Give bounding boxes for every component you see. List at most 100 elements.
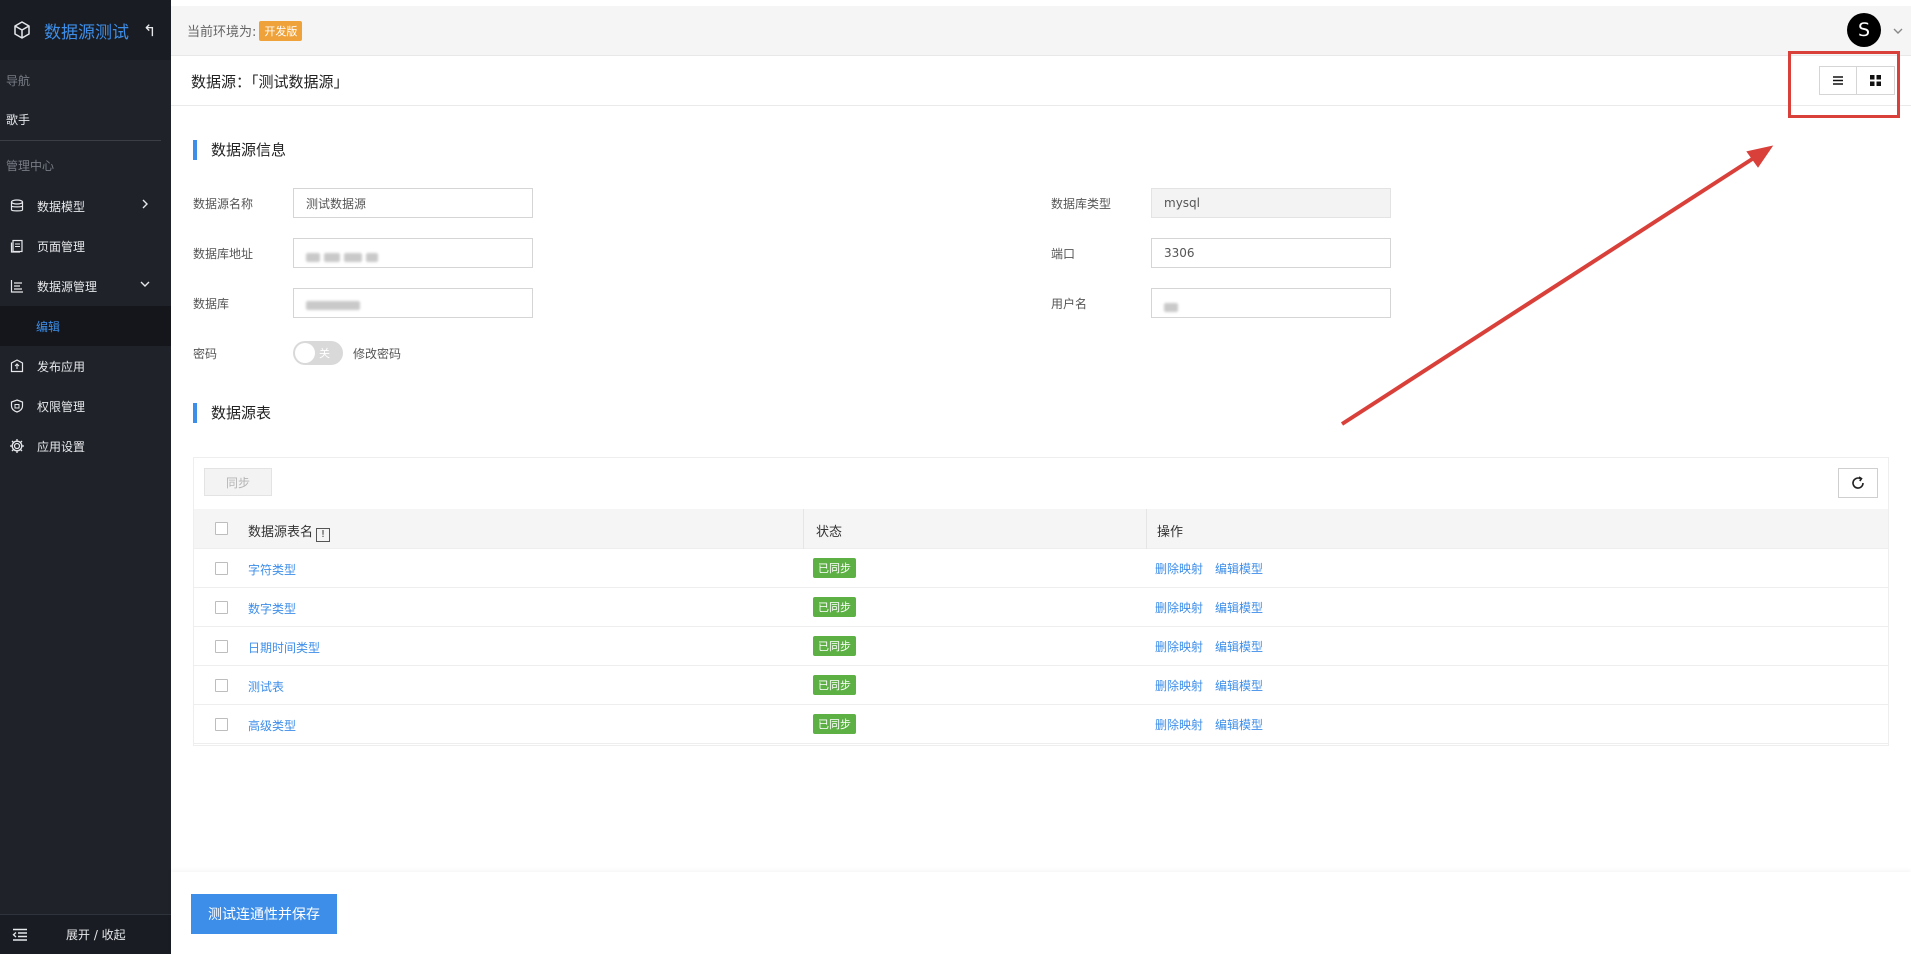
sidebar-item-label: 数据源管理: [37, 279, 98, 294]
label-db-type: 数据库类型: [1051, 197, 1112, 211]
info-icon[interactable]: !: [316, 528, 331, 542]
select-all-checkbox[interactable]: [215, 522, 228, 535]
row-checkbox[interactable]: [215, 718, 228, 731]
table-name-link[interactable]: 日期时间类型: [248, 639, 320, 656]
label-port: 端口: [1051, 247, 1076, 261]
status-badge: 已同步: [813, 597, 856, 617]
edit-model-link[interactable]: 编辑模型: [1215, 560, 1263, 577]
gear-icon: [9, 438, 25, 454]
sidebar: 数据源测试 ↰ 导航 歌手 管理中心 数据模型 页面管理 数据源管理 编辑 发布…: [0, 0, 171, 954]
column-header-status: 状态: [816, 525, 843, 540]
table-name-link[interactable]: 高级类型: [248, 717, 296, 734]
datasource-table-panel: 同步 数据源表名! 状态 操作 字符类型 已同步 删除映射 编辑模型 数字类型 …: [193, 457, 1889, 746]
edit-model-link[interactable]: 编辑模型: [1215, 638, 1263, 655]
label-datasource-name: 数据源名称: [193, 197, 254, 211]
chevron-down-icon[interactable]: [1892, 25, 1904, 37]
sidebar-item-label: 发布应用: [37, 359, 86, 374]
delete-mapping-link[interactable]: 删除映射: [1155, 599, 1203, 616]
sidebar-subitem-edit[interactable]: 编辑: [0, 306, 171, 346]
table-row: 字符类型 已同步 删除映射 编辑模型: [194, 549, 1888, 588]
list-icon: [1833, 76, 1843, 85]
chevron-right-icon: [142, 199, 148, 209]
top-bar: 当前环境为: 开发版 S: [171, 6, 1911, 56]
section-label-admin: 管理中心: [6, 159, 55, 173]
refresh-button[interactable]: [1838, 468, 1878, 498]
sidebar-item-label: 权限管理: [37, 399, 86, 414]
cube-icon: [14, 21, 30, 39]
label-username: 用户名: [1051, 297, 1088, 311]
username-input[interactable]: [1151, 288, 1391, 318]
sidebar-item-app-settings[interactable]: 应用设置: [0, 426, 171, 466]
test-and-save-button[interactable]: 测试连通性并保存: [191, 894, 337, 934]
column-header-actions: 操作: [1157, 525, 1184, 540]
delete-mapping-link[interactable]: 删除映射: [1155, 560, 1203, 577]
db-address-input[interactable]: [293, 238, 533, 268]
view-toggle: [1819, 66, 1895, 95]
section-title-info: 数据源信息: [193, 140, 286, 160]
table-header: 数据源表名! 状态 操作: [194, 509, 1888, 549]
datasource-icon: [9, 278, 25, 294]
database-icon: [9, 198, 25, 214]
table-name-link[interactable]: 字符类型: [248, 561, 296, 578]
column-divider: [1146, 509, 1147, 549]
label-database: 数据库: [193, 297, 230, 311]
toggle-text: 关: [319, 347, 330, 360]
refresh-icon: [1852, 476, 1864, 489]
db-type-input: [1151, 188, 1391, 218]
sync-button[interactable]: 同步: [204, 468, 272, 496]
delete-mapping-link[interactable]: 删除映射: [1155, 716, 1203, 733]
sidebar-item-data-model[interactable]: 数据模型: [0, 186, 171, 226]
section-label-nav: 导航: [6, 74, 31, 88]
publish-icon: [9, 358, 25, 374]
list-view-button[interactable]: [1819, 66, 1857, 95]
sidebar-item-label: 数据模型: [37, 199, 86, 214]
sidebar-item-datasource-manage[interactable]: 数据源管理: [0, 266, 171, 306]
sidebar-item-page-manage[interactable]: 页面管理: [0, 226, 171, 266]
app-title[interactable]: 数据源测试: [44, 18, 129, 43]
row-checkbox[interactable]: [215, 679, 228, 692]
edit-model-link[interactable]: 编辑模型: [1215, 677, 1263, 694]
sidebar-item-label: 应用设置: [37, 439, 86, 454]
sidebar-item-permissions[interactable]: 权限管理: [0, 386, 171, 426]
port-input[interactable]: [1151, 238, 1391, 268]
table-row: 日期时间类型 已同步 删除映射 编辑模型: [194, 627, 1888, 666]
delete-mapping-link[interactable]: 删除映射: [1155, 677, 1203, 694]
status-badge: 已同步: [813, 636, 856, 656]
database-input[interactable]: [293, 288, 533, 318]
table-row: 测试表 已同步 删除映射 编辑模型: [194, 666, 1888, 705]
brand-bar: 数据源测试 ↰: [0, 0, 171, 60]
column-divider: [803, 509, 804, 549]
collapse-label: 展开 / 收起: [66, 928, 126, 942]
edit-model-link[interactable]: 编辑模型: [1215, 716, 1263, 733]
menu-collapse-icon: [0, 928, 40, 942]
status-badge: 已同步: [813, 714, 856, 734]
page-header: 数据源：「测试数据源」: [171, 57, 1911, 106]
page-title: 数据源：「测试数据源」: [191, 72, 349, 91]
footer-bar: [171, 872, 1911, 954]
sidebar-item-label: 页面管理: [37, 239, 86, 254]
back-icon[interactable]: ↰: [143, 21, 156, 40]
chevron-down-icon: [140, 281, 150, 287]
table-row: 高级类型 已同步 删除映射 编辑模型: [194, 705, 1888, 744]
label-password: 密码: [193, 347, 218, 361]
status-badge: 已同步: [813, 558, 856, 578]
nav-item-singer[interactable]: 歌手: [0, 101, 161, 141]
row-checkbox[interactable]: [215, 601, 228, 614]
table-row: 数字类型 已同步 删除映射 编辑模型: [194, 588, 1888, 627]
row-checkbox[interactable]: [215, 640, 228, 653]
grid-view-button[interactable]: [1857, 66, 1895, 95]
password-toggle[interactable]: 关: [293, 341, 343, 365]
sidebar-item-publish[interactable]: 发布应用: [0, 346, 171, 386]
row-checkbox[interactable]: [215, 562, 228, 575]
sidebar-collapse-toggle[interactable]: 展开 / 收起: [0, 914, 171, 954]
datasource-name-input[interactable]: [293, 188, 533, 218]
toggle-knob: [295, 343, 315, 363]
edit-model-link[interactable]: 编辑模型: [1215, 599, 1263, 616]
table-name-link[interactable]: 数字类型: [248, 600, 296, 617]
table-name-link[interactable]: 测试表: [248, 678, 284, 695]
grid-icon: [1870, 75, 1881, 86]
change-password-label[interactable]: 修改密码: [353, 345, 401, 362]
delete-mapping-link[interactable]: 删除映射: [1155, 638, 1203, 655]
user-avatar[interactable]: S: [1847, 13, 1881, 47]
section-title-tables: 数据源表: [193, 403, 271, 423]
